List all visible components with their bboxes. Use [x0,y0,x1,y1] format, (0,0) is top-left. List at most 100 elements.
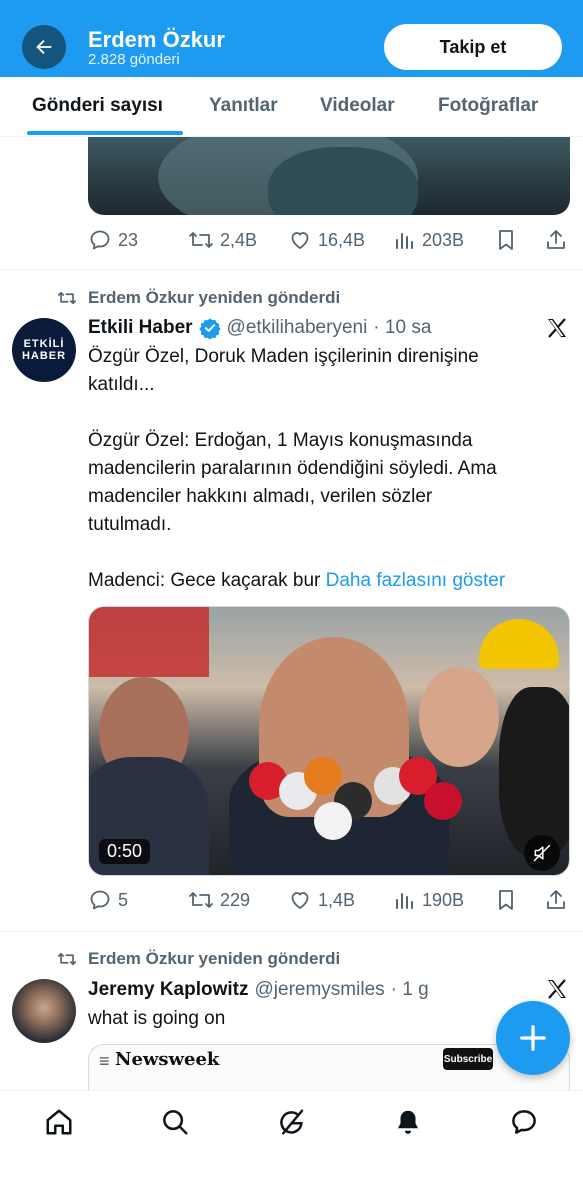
nav-grok[interactable] [275,1105,309,1139]
post-media-image[interactable] [88,137,570,215]
repost-indicator[interactable]: Erdem Özkur yeniden gönderdi [56,948,340,970]
tab-posts[interactable]: Gönderi sayısı [32,95,163,117]
tweet-line: katıldı... [88,374,155,395]
tweet-line: Özgür Özel, Doruk Maden işçilerinin dire… [88,346,479,367]
nav-home[interactable] [42,1105,76,1139]
like-count: 16,4B [318,229,366,250]
bottom-nav [0,1090,583,1152]
author-handle[interactable]: @etkilihaberyeni [227,317,368,339]
tweet-line: madencilerin paralarının ödendiğini söyl… [88,458,497,479]
plus-icon [520,1025,546,1051]
active-tab-indicator [27,131,183,135]
repost-count: 2,4B [220,229,258,250]
repost-label: Erdem Özkur yeniden gönderdi [88,288,341,307]
bookmark-icon [499,890,513,910]
tweet-line [88,539,570,567]
view-count: 190B [422,889,465,910]
profile-name: Erdem Özkur [88,27,225,52]
home-icon [46,1109,72,1135]
arrow-left-icon [36,39,52,55]
avatar[interactable]: ETKİLİ HABER [12,318,76,382]
video-player[interactable]: 0:50 [88,606,570,876]
like-button[interactable]: 1,4B [288,885,355,915]
tab-videos[interactable]: Videolar [320,95,395,117]
tab-photos[interactable]: Fotoğraflar [438,95,538,117]
repost-button[interactable]: 2,4B [188,225,257,255]
post-actions: 5 229 1,4B 190B [88,885,570,915]
author-name[interactable]: Jeremy Kaplowitz [88,979,249,1001]
author-row: Jeremy Kaplowitz @jeremysmiles · 1 g [88,977,429,1003]
bookmark-icon [499,230,513,250]
post-divider [0,931,583,932]
repost-icon [189,892,213,908]
tweet-text: Özgür Özel, Doruk Maden işçilerinin dire… [88,343,570,595]
video-duration: 0:50 [99,839,151,864]
tweet-line: madenciler hakkını almadı, verilen sözle… [88,486,433,507]
share-icon [547,890,565,909]
post-time: · 10 sa [373,317,432,338]
reply-count: 5 [118,889,129,910]
author-name[interactable]: Etkili Haber [88,317,193,339]
like-button[interactable]: 16,4B [288,225,365,255]
bottom-safe-area [0,1152,583,1200]
tweet-line [88,399,570,427]
tab-replies[interactable]: Yanıtlar [209,95,278,117]
messages-icon [512,1110,536,1134]
repost-button[interactable]: 229 [188,885,250,915]
menu-icon: ≡ [99,1051,110,1071]
avatar-text: HABER [21,350,67,362]
like-count: 1,4B [318,889,356,910]
repost-label: Erdem Özkur yeniden gönderdi [88,949,341,968]
repost-icon [57,952,77,966]
tweet-truncated-text: Madenci: Gece kaçarak bur [88,570,321,591]
heart-icon [291,892,309,909]
repost-icon [57,291,77,305]
tweet-line: tutulmadı. [88,514,172,535]
views-icon [396,233,413,249]
author-handle[interactable]: @jeremysmiles [255,979,385,1001]
notifications-icon [398,1110,418,1134]
card-brand: Newsweek [115,1049,220,1070]
author-row: Etkili Haber @etkilihaberyeni · 10 sa [88,315,431,341]
mute-button[interactable] [524,835,560,871]
tweet-line: Madenci: Gece kaçarak bur Daha fazlasını… [88,567,570,595]
show-more-link[interactable]: Daha fazlasını göster [326,570,506,591]
reply-button[interactable]: 23 [88,225,138,255]
search-icon [163,1110,188,1135]
back-button[interactable] [22,25,66,69]
nav-messages[interactable] [507,1105,541,1139]
share-button[interactable] [544,885,568,915]
repost-icon [189,232,213,248]
heart-icon [291,232,309,249]
x-logo-icon[interactable] [545,977,569,1001]
post-count: 2.828 gönderi [88,51,180,68]
bookmark-button[interactable] [495,885,517,915]
grok-icon [280,1109,304,1135]
repost-count: 229 [220,889,251,910]
bookmark-button[interactable] [495,225,517,255]
reply-icon [90,230,110,250]
post-divider [0,269,583,270]
share-button[interactable] [544,225,568,255]
repost-indicator[interactable]: Erdem Özkur yeniden gönderdi [56,287,340,309]
speaker-muted-icon [533,844,551,862]
views-button[interactable]: 203B [394,225,464,255]
x-logo-icon[interactable] [545,316,569,340]
post-time: · 1 g [390,979,429,1000]
compose-button[interactable] [496,1001,570,1075]
nav-notifications[interactable] [391,1105,425,1139]
profile-tabs: Gönderi sayısı Yanıtlar Videolar Fotoğra… [0,77,583,137]
reply-count: 23 [118,229,139,250]
views-button[interactable]: 190B [394,885,464,915]
follow-button[interactable]: Takip et [384,24,562,70]
verified-badge-icon [198,318,221,339]
tweet-line: Özgür Özel: Erdoğan, 1 Mayıs konuşmasınd… [88,430,473,451]
post-actions: 23 2,4B 16,4B 203B [88,225,570,255]
nav-search[interactable] [158,1105,192,1139]
profile-header: Erdem Özkur 2.828 gönderi Takip et [0,0,583,77]
avatar[interactable] [12,979,76,1043]
share-icon [547,230,565,249]
reply-button[interactable]: 5 [88,885,128,915]
avatar-text: ETKİLİ [23,338,65,350]
reply-icon [90,890,110,910]
